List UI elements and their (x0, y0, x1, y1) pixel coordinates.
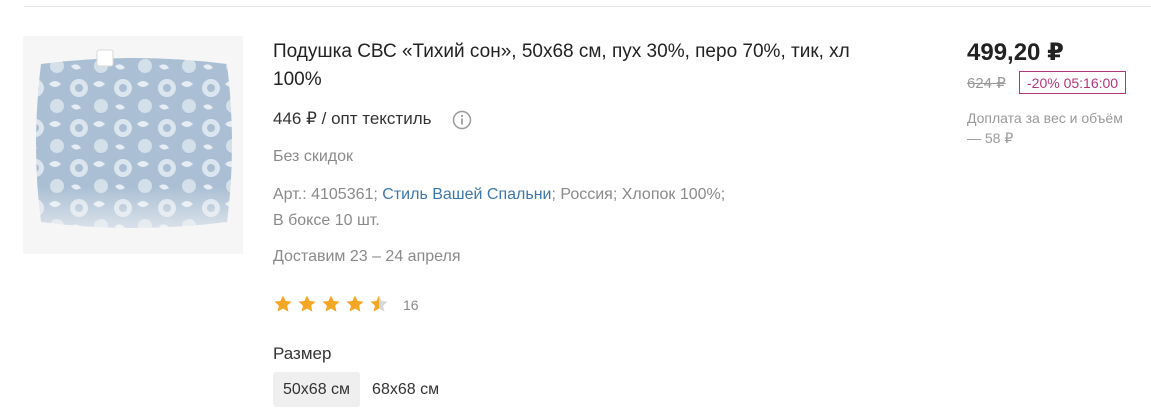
product-attributes: Арт.: 4105361; Стиль Вашей Спальни; Росс… (273, 182, 833, 234)
star-icon (322, 295, 340, 312)
old-price: 624 ₽ (967, 75, 1006, 92)
discount-timer-badge: -20% 05:16:00 (1019, 71, 1127, 94)
product-title[interactable]: Подушка СВС «Тихий сон», 50х68 см, пух 3… (273, 38, 873, 94)
size-option[interactable]: 50х68 см (273, 372, 361, 407)
star-icon (370, 295, 388, 312)
no-discount-label: Без скидок (273, 148, 353, 165)
country-material: ; Россия; Хлопок 100%; (551, 186, 726, 203)
article-number: Арт.: 4105361; (273, 186, 378, 203)
box-quantity: В боксе 10 шт. (273, 212, 380, 229)
info-icon[interactable] (452, 110, 472, 130)
size-options: 50х68 см 68х68 см (273, 372, 451, 407)
size-heading: Размер (273, 344, 332, 363)
product-image[interactable] (23, 36, 243, 254)
wholesale-price: 446 ₽ / опт текстиль (273, 109, 432, 128)
current-price: 499,20 ₽ (967, 39, 1064, 66)
review-count[interactable]: 16 (403, 296, 419, 314)
weight-volume-surcharge: Доплата за вес и объём — 58 ₽ (967, 110, 1123, 146)
star-icon (298, 295, 316, 312)
pillow-illustration (23, 49, 243, 254)
brand-link[interactable]: Стиль Вашей Спальни (382, 186, 551, 203)
rating-stars[interactable] (273, 293, 393, 315)
star-icon (346, 295, 364, 312)
size-option[interactable]: 68х68 см (362, 372, 449, 407)
delivery-date: Доставим 23 – 24 апреля (273, 248, 461, 265)
star-icon (274, 295, 292, 312)
top-divider (24, 6, 1151, 7)
